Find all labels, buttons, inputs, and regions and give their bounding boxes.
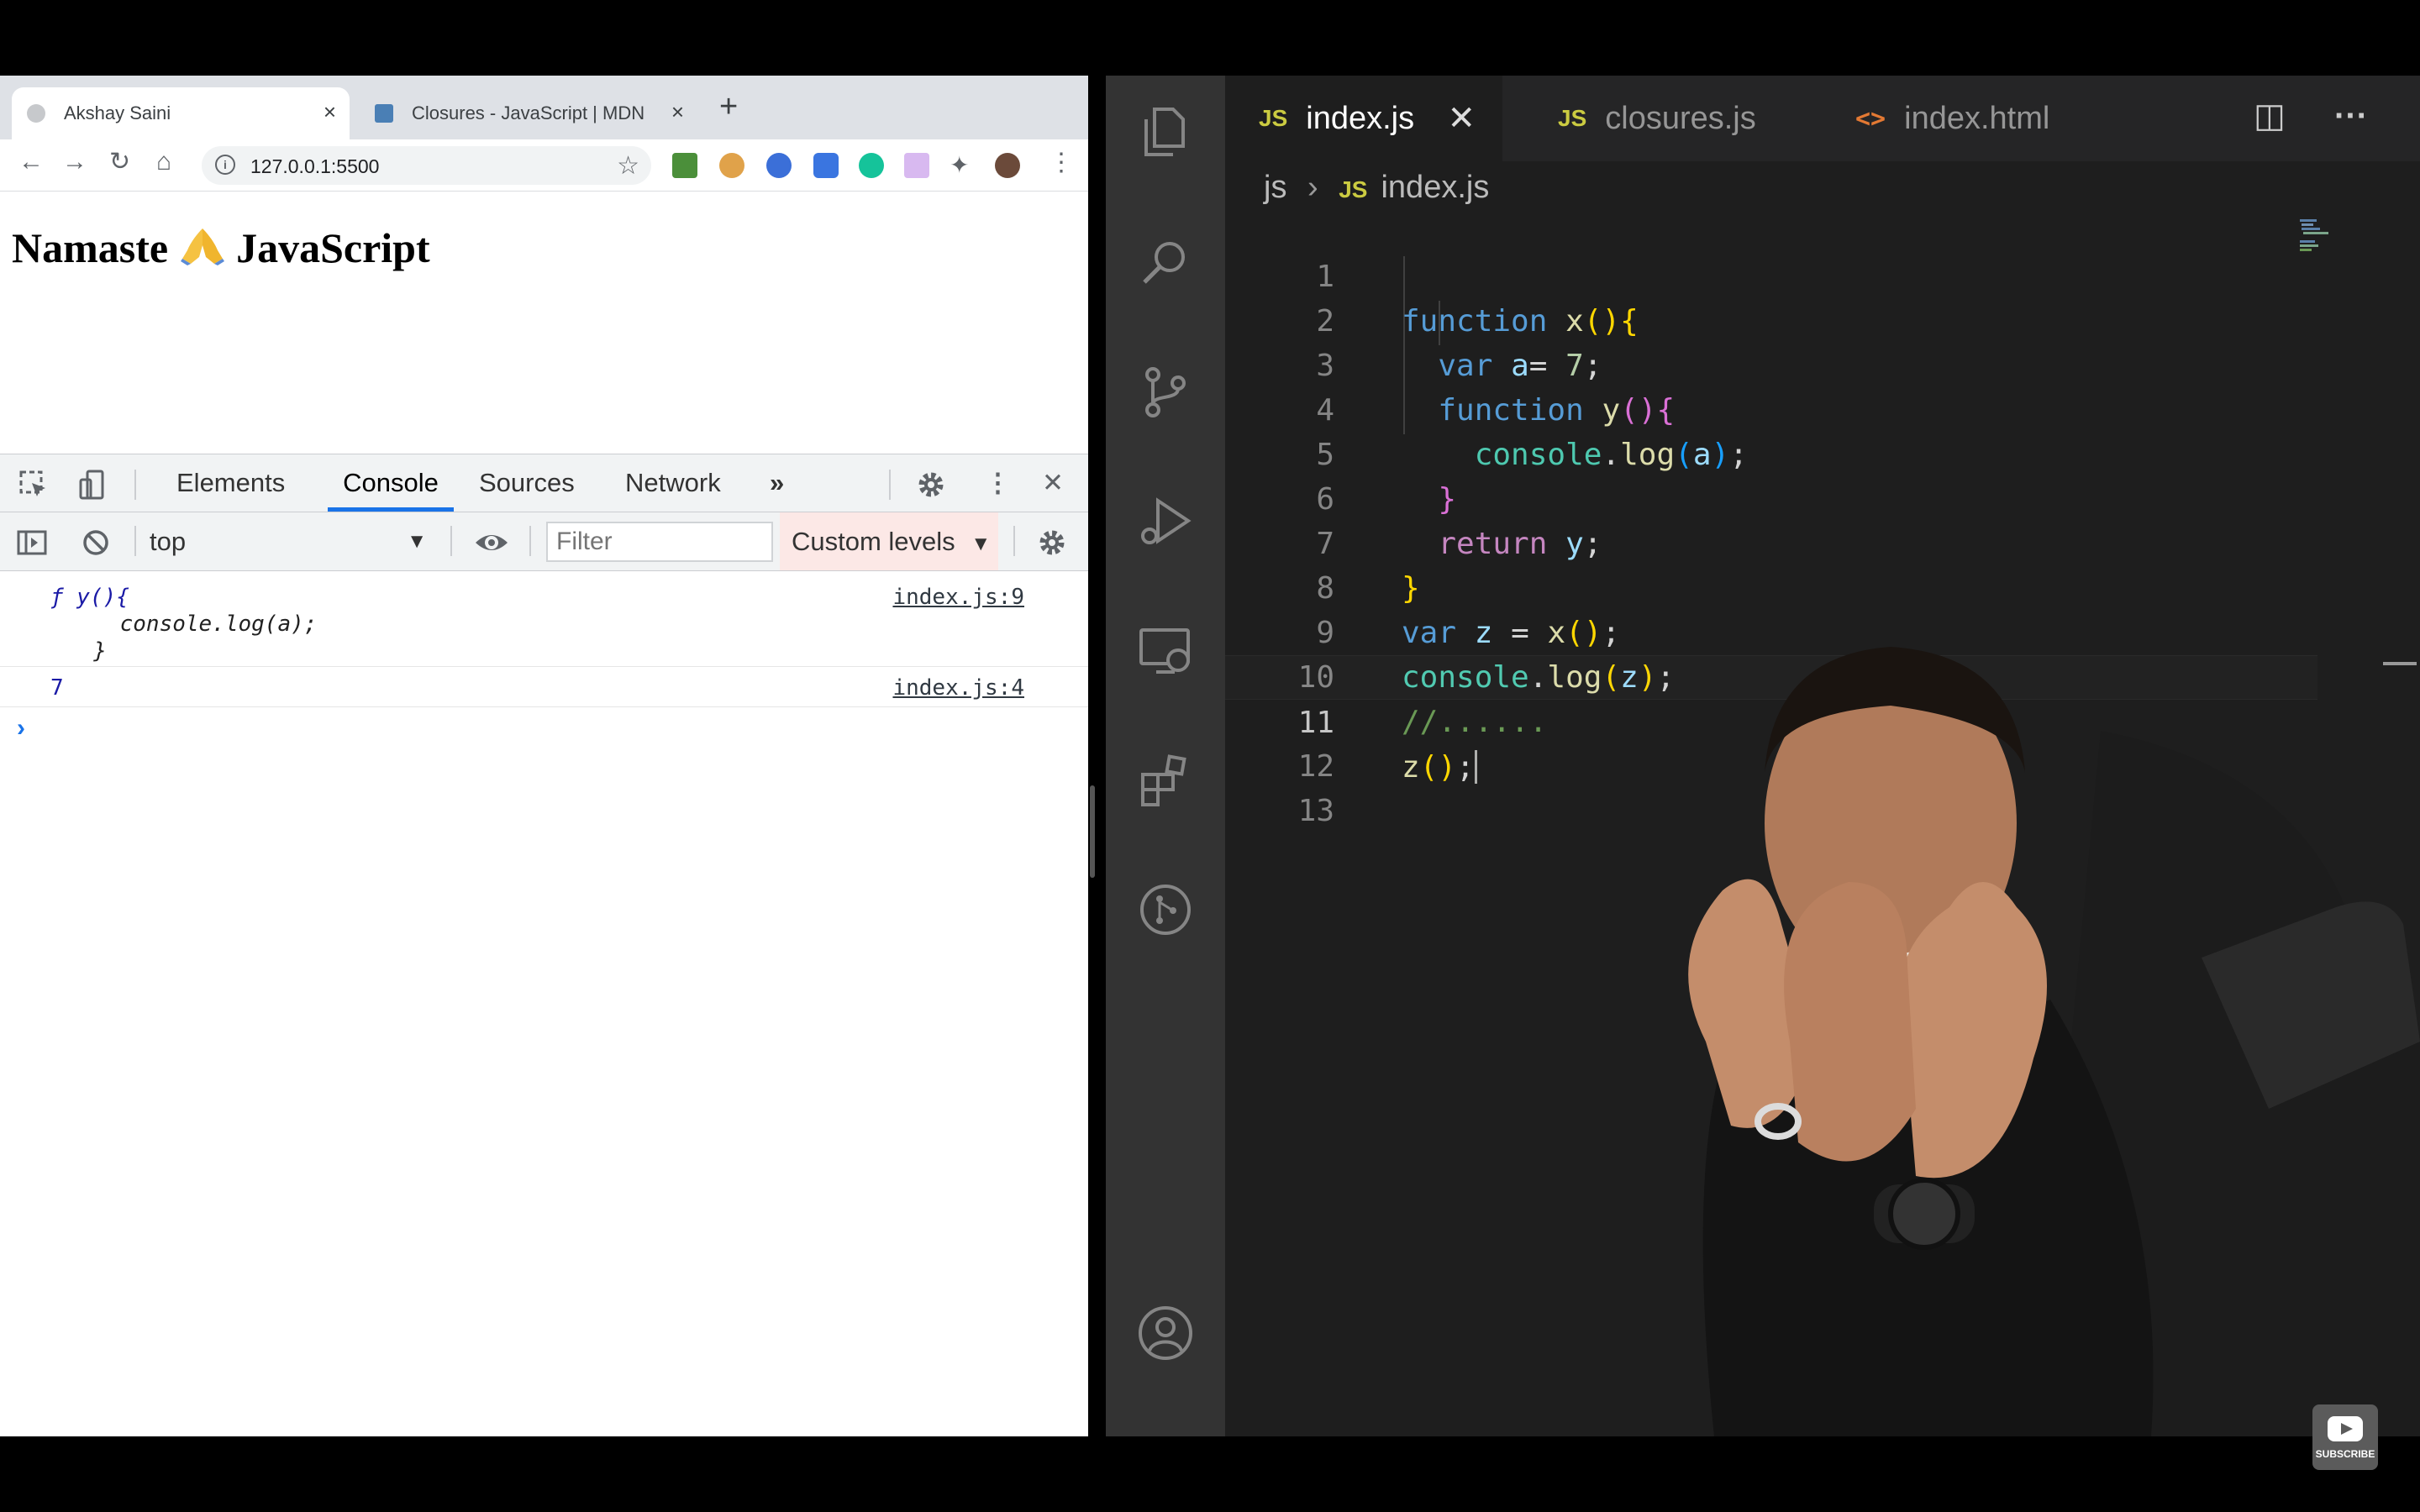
browser-window: Akshay Saini × Closures - JavaScript | M… (0, 76, 1088, 1436)
browser-tab-akshay[interactable]: Akshay Saini × (12, 87, 350, 139)
chevron-right-icon: › (1307, 170, 1318, 205)
grammarly-icon[interactable] (859, 153, 884, 178)
git-graph-icon[interactable] (1136, 880, 1195, 939)
minimap[interactable] (2295, 214, 2379, 256)
console-filter-input[interactable]: Filter (546, 522, 773, 562)
more-tabs-chevron-icon[interactable]: » (766, 454, 787, 512)
profile-avatar[interactable] (995, 153, 1020, 178)
close-devtools-icon[interactable]: ✕ (1039, 454, 1067, 512)
cookie-extension-icon[interactable] (719, 153, 744, 178)
source-control-icon[interactable] (1136, 363, 1195, 422)
browser-menu-icon[interactable]: ⋮ (1049, 148, 1074, 177)
code-line: 4 console.log(a); (1316, 393, 1748, 472)
screen: Akshay Saini × Closures - JavaScript | M… (0, 0, 2420, 1512)
page-title: Namaste JavaScript (12, 224, 430, 271)
console-settings-gear-icon[interactable] (1037, 528, 1067, 558)
editor-tab-index-html[interactable]: <> index.html (1822, 76, 2099, 161)
run-debug-icon[interactable] (1136, 492, 1195, 551)
close-tab-icon[interactable]: ✕ (1447, 99, 1476, 138)
pane-splitter-handle[interactable] (1090, 785, 1095, 878)
mdn-icon (375, 104, 393, 123)
extension-icon-3[interactable] (766, 153, 792, 178)
close-tab-icon[interactable]: × (671, 99, 684, 125)
dropdown-arrow-icon: ▼ (407, 530, 427, 553)
devtools-tab-console[interactable]: Console (328, 454, 454, 512)
live-expression-eye-icon[interactable] (474, 528, 509, 558)
globe-icon (27, 104, 45, 123)
device-toolbar-icon[interactable] (77, 470, 108, 500)
devtools-tab-elements[interactable]: Elements (173, 454, 288, 512)
presenter-webcam-overlay (1688, 647, 2420, 1436)
inspect-element-icon[interactable] (18, 470, 49, 500)
forward-button[interactable]: → (62, 150, 87, 175)
extension-icon-6[interactable] (904, 153, 929, 178)
info-icon[interactable]: i (215, 155, 235, 175)
breadcrumb-folder[interactable]: js (1264, 170, 1286, 205)
code-line: 3 function y(){ (1316, 349, 1676, 428)
toolbar-divider (529, 526, 531, 556)
settings-gear-icon[interactable] (916, 470, 946, 500)
toolbar-divider (134, 526, 136, 556)
show-sidebar-icon[interactable] (17, 528, 47, 558)
js-file-icon: JS (1339, 176, 1368, 202)
editor-tabbar: JS index.js ✕ JS closures.js <> index.ht… (1225, 76, 2420, 161)
context-select[interactable]: top ▼ (150, 524, 435, 559)
console-toolbar: top ▼ Filter Custom levels ▼ (0, 512, 1088, 571)
devtools-tab-sources[interactable]: Sources (476, 454, 578, 512)
console-message: ƒ y(){ console.log(a); } index.js:9 (0, 573, 1088, 667)
code-line: 2 var a= 7; (1316, 304, 1602, 383)
home-button[interactable]: ⌂ (156, 150, 171, 175)
toolbar-divider (450, 526, 452, 556)
address-bar[interactable]: i 127.0.0.1:5500 ☆ (202, 146, 651, 185)
split-editor-icon[interactable]: ◫ (2254, 99, 2286, 133)
youtube-play-icon (2328, 1416, 2363, 1441)
clear-console-icon[interactable] (81, 528, 111, 558)
toolbar-divider (1013, 526, 1015, 556)
folded-hands-icon (180, 228, 224, 265)
dropdown-arrow-icon: ▼ (971, 533, 992, 555)
devtools-tabbar: Elements Console Sources Network » ⋮ ✕ (0, 454, 1088, 512)
js-file-icon: JS (1558, 105, 1587, 131)
toolbar-divider (134, 470, 136, 500)
activity-bar (1106, 76, 1225, 1436)
source-link[interactable]: index.js:9 (892, 585, 1024, 610)
extensions-icon[interactable] (1136, 751, 1195, 810)
html-file-icon: <> (1855, 103, 1886, 134)
extensions-puzzle-icon[interactable]: ✦ (950, 153, 975, 178)
breadcrumb: js › JS index.js (1264, 170, 1489, 206)
accounts-icon[interactable] (1136, 1304, 1195, 1362)
bookmark-star-icon[interactable]: ☆ (617, 151, 639, 181)
close-tab-icon[interactable]: × (324, 99, 336, 125)
js-file-icon: JS (1259, 105, 1288, 131)
browser-toolbar: ← → ↻ ⌂ i 127.0.0.1:5500 ☆ ✦ ⋮ (0, 139, 1088, 192)
reload-button[interactable]: ↻ (109, 150, 130, 175)
more-actions-icon[interactable]: ··· (2334, 99, 2368, 133)
devtools-tab-network[interactable]: Network (622, 454, 724, 512)
code-line: 5 } (1316, 438, 1457, 517)
breadcrumb-file[interactable]: index.js (1381, 170, 1489, 205)
log-levels-dropdown[interactable]: Custom levels ▼ (780, 512, 998, 570)
toolbar-divider (889, 470, 891, 500)
code-line: 6 return y; (1316, 482, 1602, 561)
code-line: 8 var z = x(); (1316, 571, 1621, 650)
explorer-files-icon[interactable] (1136, 102, 1195, 161)
editor-tab-index-js[interactable]: JS index.js ✕ (1225, 76, 1502, 161)
back-button[interactable]: ← (18, 150, 44, 175)
remote-explorer-icon[interactable] (1136, 622, 1195, 680)
code-line: 1 function x(){ (1316, 260, 1639, 339)
new-tab-button[interactable]: + (719, 91, 738, 123)
editor-tab-closures-js[interactable]: JS closures.js (1524, 76, 1802, 161)
extension-icon-1[interactable] (672, 153, 697, 178)
browser-tab-mdn[interactable]: Closures - JavaScript | MDN × (360, 87, 697, 139)
devtools-menu-icon[interactable]: ⋮ (981, 454, 1014, 512)
code-line: 7 } (1316, 527, 1420, 606)
search-icon[interactable] (1136, 234, 1195, 292)
browser-tabstrip: Akshay Saini × Closures - JavaScript | M… (0, 76, 1088, 139)
youtube-subscribe-button[interactable]: SUBSCRIBE (2312, 1404, 2378, 1470)
console-message: 7 index.js:4 (0, 667, 1088, 707)
source-link[interactable]: index.js:4 (892, 675, 1024, 701)
zoom-extension-icon[interactable] (813, 153, 839, 178)
console-prompt[interactable]: › (17, 714, 25, 743)
